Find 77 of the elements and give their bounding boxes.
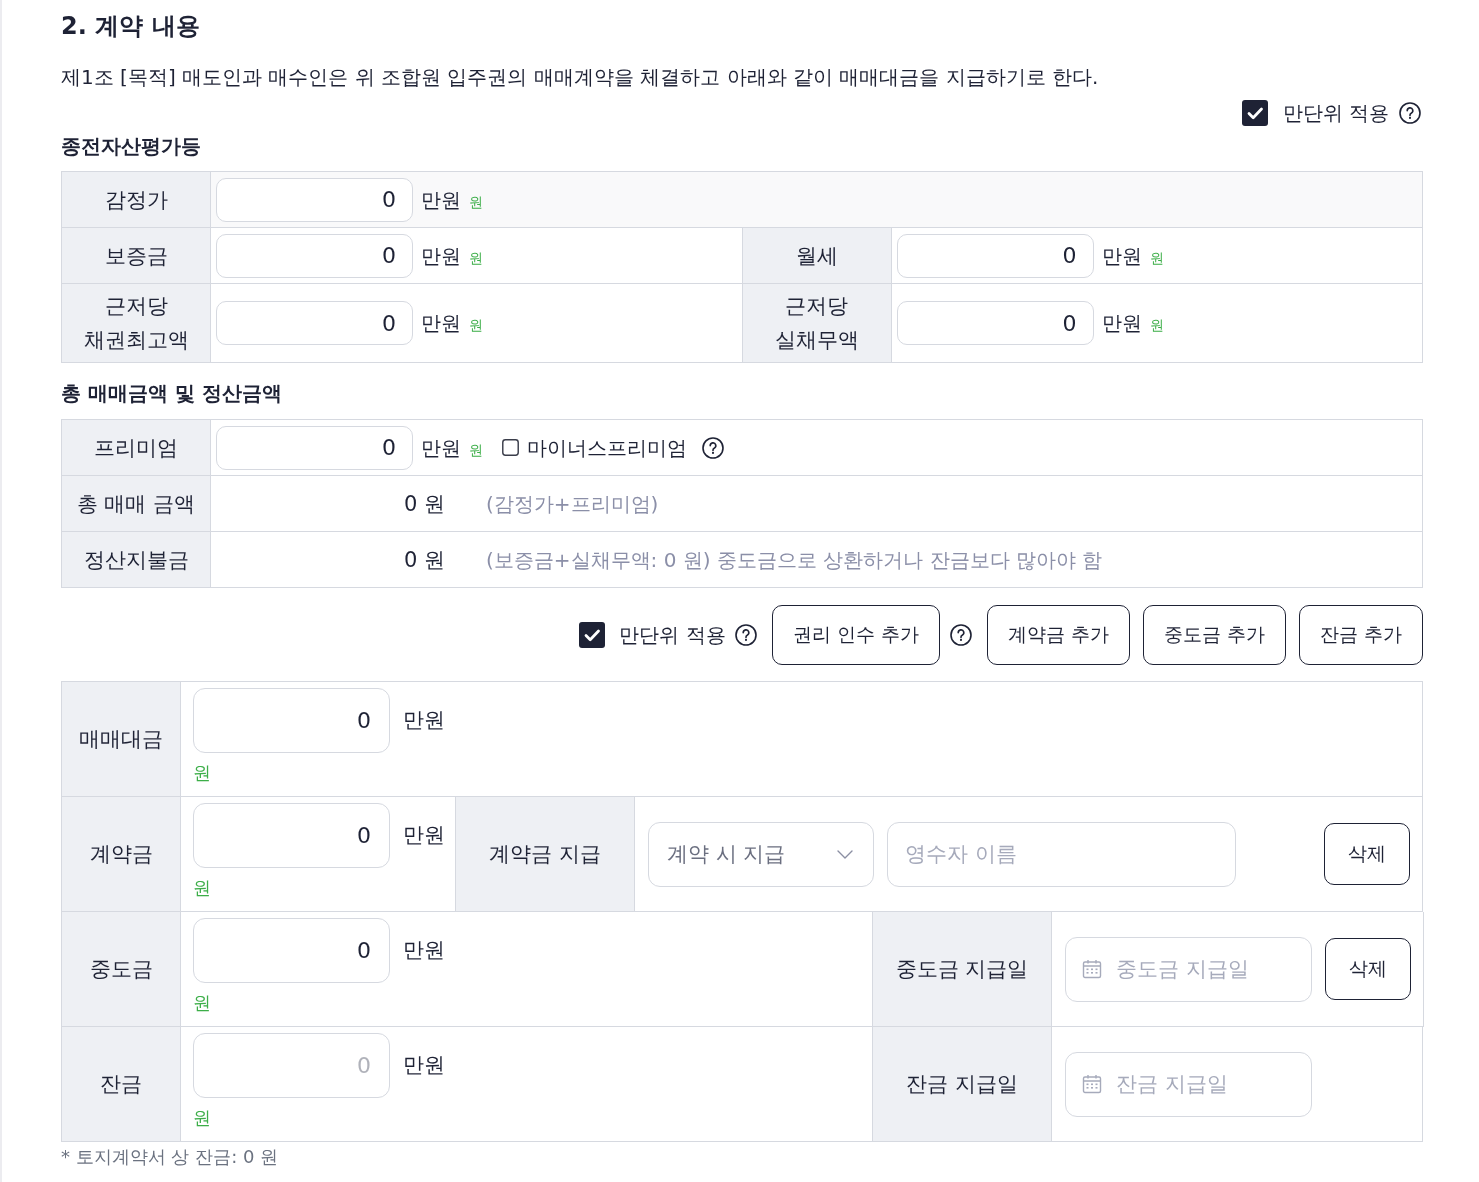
amount-input[interactable]: 0 (193, 1033, 390, 1098)
checkbox-label[interactable]: 마이너스프리미엄 (527, 433, 687, 462)
amount-value: 0 원 (402, 490, 445, 518)
unit-label: 만원 (1101, 310, 1142, 337)
add-button[interactable]: 잔금 추가 (1298, 605, 1423, 665)
footnote: * 토지계약서 상 잔금: 0 원 (61, 1145, 280, 1169)
field-label: 정산지불금 (62, 532, 211, 588)
field-label: 매매대금 (62, 682, 181, 797)
won-unit-label: 원 (469, 192, 483, 212)
won-unit-label: 원 (469, 316, 483, 335)
field-label: 보증금 (62, 228, 211, 284)
amount-input[interactable]: 0 (193, 918, 390, 983)
add-button[interactable]: 계약금 추가 (986, 605, 1130, 665)
unit-label: 만원 (421, 310, 461, 337)
help-icon[interactable] (1399, 102, 1421, 124)
won-unit-label: 원 (193, 1106, 211, 1130)
field-label: 잔금 (62, 1027, 181, 1142)
amount-input[interactable]: 0 (216, 425, 413, 470)
field-label: 월세 (742, 228, 892, 284)
section-heading: 총 매매금액 및 정산금액 (61, 380, 283, 407)
add-button[interactable]: 권리 인수 추가 (771, 605, 940, 665)
checkbox-label[interactable]: 만단위 적용 (619, 621, 726, 649)
unit-label: 만원 (403, 1051, 445, 1079)
unit-label: 만원 (1101, 242, 1142, 270)
section-title: 2. 계약 내용 (61, 11, 201, 42)
checkbox[interactable] (502, 439, 519, 456)
help-icon[interactable] (949, 624, 972, 646)
field-label: 근저당 실채무액 (742, 284, 892, 363)
amount-input[interactable]: 0 (216, 177, 413, 222)
unit-label: 만원 (421, 186, 461, 214)
field-label: 계약금 (62, 797, 181, 912)
section-heading: 종전자산평가등 (61, 133, 202, 160)
checkbox[interactable] (579, 622, 606, 648)
field-label: 프리미엄 (62, 420, 211, 476)
unit-label: 만원 (421, 242, 461, 270)
field-label: 계약금 지급 (456, 797, 635, 912)
amount-input[interactable]: 0 (216, 301, 413, 345)
payment-timing-select[interactable]: 계약 시 지급 (648, 821, 874, 887)
calendar-icon (1082, 958, 1102, 979)
field-label: 잔금 지급일 (873, 1027, 1052, 1142)
delete-button[interactable]: 삭제 (1325, 938, 1411, 1000)
formula-note: (감정가+프리미엄) (486, 490, 659, 518)
amount-input[interactable]: 0 (896, 301, 1094, 345)
checkbox[interactable] (1241, 100, 1268, 126)
won-unit-label: 원 (193, 761, 211, 785)
delete-button[interactable]: 삭제 (1324, 823, 1410, 885)
won-unit-label: 원 (193, 876, 211, 900)
date-input[interactable]: 잔금 지급일 (1065, 1051, 1312, 1117)
field-label: 감정가 (62, 172, 211, 228)
field-label: 총 매매 금액 (62, 476, 211, 532)
unit-label: 만원 (403, 706, 445, 734)
won-unit-label: 원 (193, 991, 211, 1015)
calendar-icon (1082, 1073, 1102, 1094)
formula-note: (보증금+실채무액: 0 원) 중도금으로 상환하거나 잔금보다 많아야 함 (486, 546, 1103, 574)
help-icon[interactable] (734, 624, 757, 646)
field-label: 근저당 채권최고액 (62, 284, 211, 363)
amount-input[interactable]: 0 (193, 803, 390, 868)
field-label: 중도금 (62, 912, 181, 1027)
article-text: 제1조 [목적] 매도인과 매수인은 위 조합원 입주권의 매매계약을 체결하고 아래와 같이 매매대금을 지급하기로 한다. (61, 64, 1100, 91)
unit-label: 만원 (403, 936, 445, 964)
date-input[interactable]: 중도금 지급일 (1065, 936, 1312, 1002)
won-unit-label: 원 (469, 440, 483, 460)
amount-input[interactable]: 0 (896, 233, 1094, 278)
won-unit-label: 원 (1149, 248, 1164, 268)
won-unit-label: 원 (1149, 316, 1164, 335)
field-label: 중도금 지급일 (873, 912, 1052, 1027)
amount-value: 0 원 (402, 546, 445, 574)
chevron-down-icon (837, 849, 853, 859)
amount-input[interactable]: 0 (193, 688, 390, 753)
amount-input[interactable]: 0 (216, 233, 413, 278)
help-icon[interactable] (702, 436, 724, 459)
unit-label: 만원 (403, 821, 445, 849)
won-unit-label: 원 (469, 248, 483, 268)
add-button[interactable]: 중도금 추가 (1142, 605, 1286, 665)
checkbox-label[interactable]: 만단위 적용 (1282, 99, 1389, 127)
unit-label: 만원 (421, 434, 461, 462)
recipient-name-input[interactable]: 영수자 이름 (887, 821, 1236, 887)
